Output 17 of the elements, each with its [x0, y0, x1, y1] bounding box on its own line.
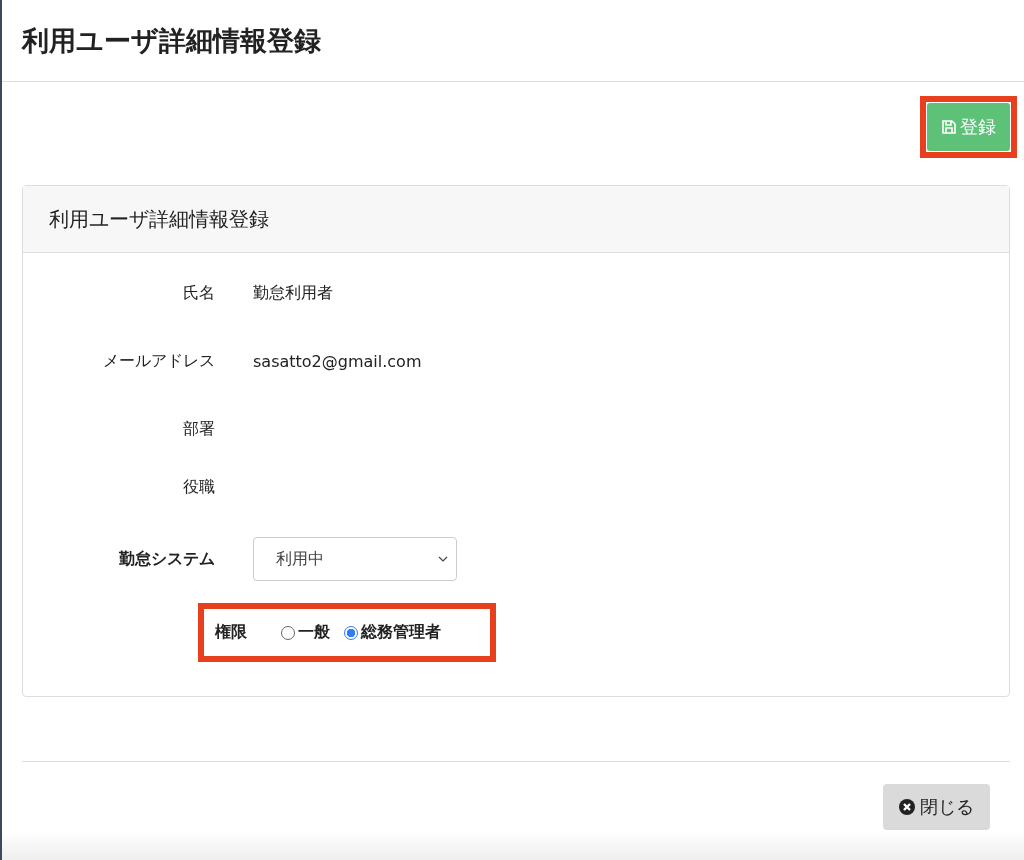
field-label: 勤怠システム: [118, 548, 216, 570]
close-icon: [899, 799, 915, 815]
radio-option[interactable]: 一般: [281, 622, 330, 643]
page-title: 利用ユーザ詳細情報登録: [22, 23, 321, 58]
field-label: 権限: [214, 622, 248, 643]
field-label: 氏名: [182, 282, 216, 304]
field-value: sasatto2@gmail.com: [253, 351, 422, 371]
field-label: 役職: [182, 476, 216, 498]
field-value: 勤怠利用者: [253, 282, 333, 304]
chevron-down-icon: [438, 556, 448, 562]
radio-option[interactable]: 総務管理者: [344, 622, 441, 643]
field-label: メールアドレス: [102, 350, 216, 372]
radio-button[interactable]: [344, 625, 358, 640]
card-title: 利用ユーザ詳細情報登録: [49, 205, 269, 233]
close-button[interactable]: 閉じる: [883, 784, 990, 830]
status-select[interactable]: 利用中: [253, 537, 457, 581]
field-label: 部署: [182, 418, 216, 440]
